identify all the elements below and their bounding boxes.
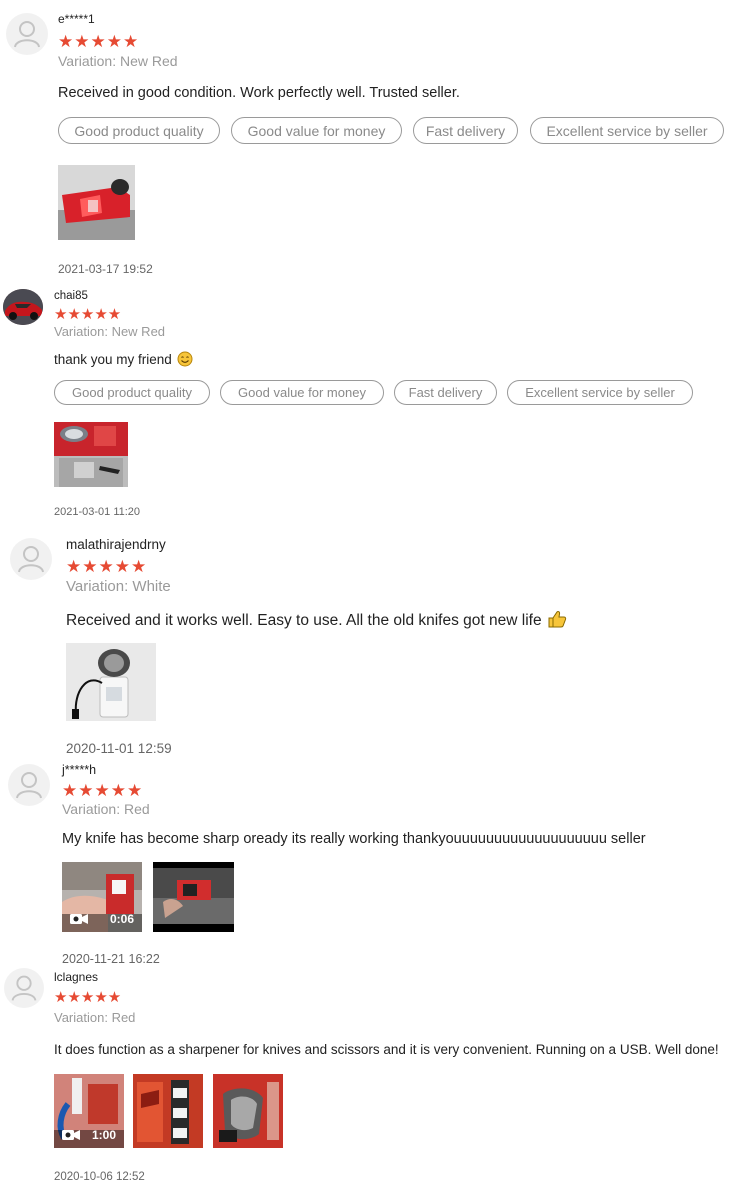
photo-list (58, 165, 135, 240)
avatar[interactable] (4, 968, 44, 1008)
avatar[interactable] (8, 764, 50, 806)
star-rating: ★★★★★ (58, 33, 139, 50)
avatar[interactable] (10, 538, 52, 580)
star-icons: ★★★★★ (62, 781, 144, 800)
video-duration: 0:06 (109, 912, 134, 926)
review-photo[interactable] (66, 643, 156, 721)
tag-chip: Fast delivery (394, 380, 497, 405)
tag-chip: Good value for money (231, 117, 402, 144)
review-photo[interactable] (213, 1074, 283, 1148)
variation-label: Variation: New Red (58, 53, 178, 69)
review-text-row: thank you my friend (54, 351, 193, 370)
review-date: 2021-03-01 11:20 (54, 506, 141, 518)
star-icons: ★★★★★ (54, 306, 122, 323)
review-photo[interactable] (58, 165, 135, 240)
review-item: malathirajendrny ★★★★★ Variation: White … (0, 525, 750, 760)
review-item: j*****h ★★★★★ Variation: Red My knife ha… (0, 760, 750, 970)
tag-chip: Excellent service by seller (507, 380, 693, 405)
review-date: 2020-10-06 12:52 (54, 1171, 145, 1183)
review-text: Received and it works well. Easy to use.… (66, 612, 542, 629)
video-duration: 1:00 (91, 1128, 116, 1142)
review-text: My knife has become sharp oready its rea… (62, 831, 646, 847)
variation-label: Variation: New Red (54, 324, 166, 339)
video-overlay: 1:00 (62, 1128, 116, 1142)
tag-list: Good product quality Good value for mone… (54, 380, 693, 405)
user-placeholder-icon (18, 546, 44, 573)
avatar[interactable] (6, 13, 48, 55)
review-date: 2020-11-01 12:59 (66, 741, 172, 756)
user-placeholder-icon (14, 21, 40, 48)
video-overlay: 0:06 (70, 912, 134, 926)
review-date: 2020-11-21 16:22 (62, 952, 160, 966)
video-camera-icon (62, 1129, 80, 1141)
user-placeholder-icon (11, 975, 37, 1001)
avatar[interactable] (3, 289, 43, 325)
reviewer-name: lclagnes (54, 970, 99, 984)
variation-label: Variation: Red (62, 801, 150, 817)
photo-list (54, 422, 128, 487)
review-text: Received in good condition. Work perfect… (58, 85, 460, 101)
thumbs-up-icon (547, 610, 567, 633)
review-item: lclagnes ★★★★★ Variation: Red It does fu… (0, 965, 750, 1200)
tag-chip: Good product quality (58, 117, 220, 144)
review-item: e*****1 ★★★★★ Variation: New Red Receive… (0, 0, 750, 285)
star-rating: ★★★★★ (66, 558, 147, 575)
star-icons: ★★★★★ (54, 989, 122, 1006)
photo-list (66, 643, 156, 721)
review-text-row: Received and it works well. Easy to use.… (66, 610, 567, 633)
review-photo[interactable] (153, 862, 234, 932)
tag-chip: Fast delivery (413, 117, 518, 144)
review-photo[interactable] (133, 1074, 203, 1148)
reviewer-name: j*****h (62, 763, 97, 777)
star-rating: ★★★★★ (54, 307, 121, 322)
tag-chip: Good product quality (54, 380, 210, 405)
review-video[interactable]: 1:00 (54, 1074, 124, 1148)
reviewer-name: malathirajendrny (66, 537, 166, 552)
review-date: 2021-03-17 19:52 (58, 262, 153, 276)
smiling-face-icon (177, 351, 193, 370)
tag-list: Good product quality Good value for mone… (58, 117, 724, 144)
reviewer-name: chai85 (54, 290, 88, 302)
photo-list: 0:06 (62, 862, 234, 932)
video-camera-icon (70, 913, 88, 925)
review-photo[interactable] (54, 422, 128, 487)
car-photo-icon (3, 289, 43, 325)
tag-chip: Good value for money (220, 380, 384, 405)
variation-label: Variation: White (66, 578, 171, 595)
star-icons: ★★★★★ (66, 557, 148, 576)
star-icons: ★★★★★ (58, 32, 140, 51)
review-item: chai85 ★★★★★ Variation: New Red thank yo… (0, 285, 750, 525)
review-video[interactable]: 0:06 (62, 862, 142, 932)
reviewer-name: e*****1 (58, 12, 95, 26)
star-rating: ★★★★★ (54, 990, 121, 1005)
photo-list: 1:00 (54, 1074, 283, 1148)
user-placeholder-icon (16, 772, 42, 799)
review-text: It does function as a sharpener for kniv… (54, 1042, 719, 1057)
star-rating: ★★★★★ (62, 782, 143, 799)
tag-chip: Excellent service by seller (530, 117, 724, 144)
review-text: thank you my friend (54, 352, 172, 367)
variation-label: Variation: Red (54, 1010, 136, 1025)
